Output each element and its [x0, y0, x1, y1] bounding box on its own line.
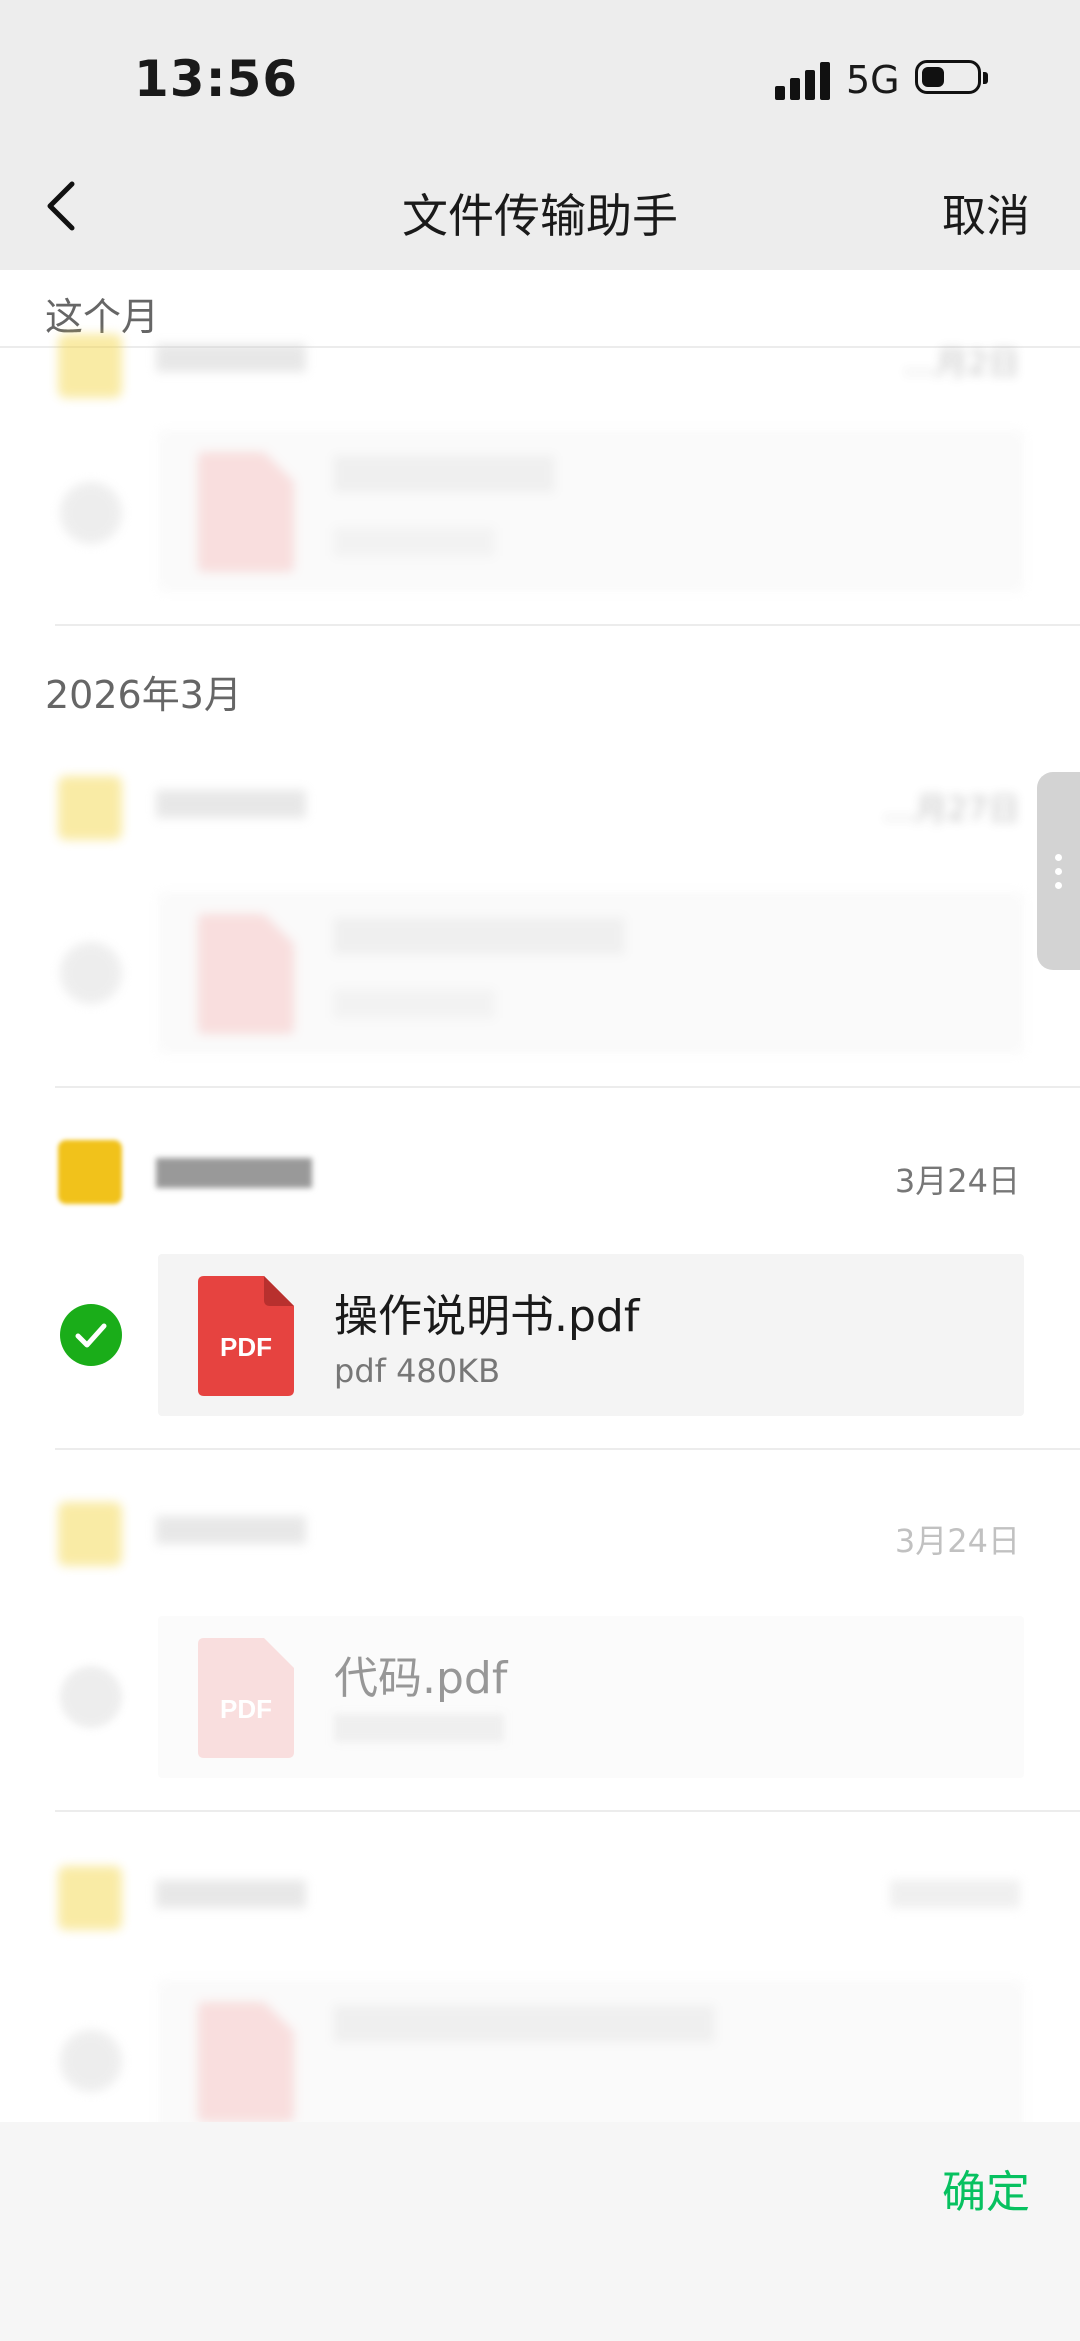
pdf-file-icon: [198, 914, 294, 1034]
file-card[interactable]: PDF 代码.pdf: [158, 1616, 1024, 1778]
message-date: …月2日: [903, 344, 1020, 382]
divider: [55, 624, 1080, 626]
message-row[interactable]: …月27日: [0, 776, 1080, 1092]
message-date: 3月24日: [894, 1522, 1020, 1560]
message-date: …月27日: [883, 790, 1020, 828]
side-drag-handle[interactable]: [1037, 772, 1080, 970]
confirm-button[interactable]: 确定: [942, 2156, 1030, 2220]
avatar: [58, 1140, 122, 1204]
divider: [55, 1086, 1080, 1088]
select-radio-checked[interactable]: [60, 1304, 122, 1366]
select-radio[interactable]: [60, 942, 122, 1004]
pdf-icon-label: PDF: [220, 1332, 272, 1362]
bottom-bar: 确定: [0, 2122, 1080, 2341]
pdf-file-icon: [198, 452, 294, 572]
message-row[interactable]: 3月24日 PDF 代码.pdf: [0, 1502, 1080, 1812]
network-label: 5G: [846, 58, 900, 102]
select-radio[interactable]: [60, 1666, 122, 1728]
sender-name: [156, 1158, 312, 1188]
message-row[interactable]: [0, 1866, 1080, 2142]
pdf-file-icon: [198, 2002, 294, 2122]
pdf-file-icon: PDF: [198, 1638, 294, 1758]
file-card[interactable]: [158, 430, 1024, 592]
status-time: 13:56: [134, 50, 299, 108]
pdf-file-icon: PDF: [198, 1276, 294, 1396]
section-header-month: 2026年3月: [45, 673, 242, 717]
avatar: [58, 334, 122, 398]
message-row-selected[interactable]: 3月24日 PDF 操作说明书.pdf pdf 480KB: [0, 1140, 1080, 1450]
message-date: 3月24日: [894, 1162, 1020, 1200]
page-title: 文件传输助手: [402, 189, 678, 243]
select-radio[interactable]: [60, 2030, 122, 2092]
avatar: [58, 1866, 122, 1930]
file-name: 操作说明书.pdf: [334, 1291, 640, 1342]
avatar: [58, 776, 122, 840]
file-card[interactable]: [158, 892, 1024, 1054]
file-card[interactable]: PDF 操作说明书.pdf pdf 480KB: [158, 1254, 1024, 1416]
file-name: 代码.pdf: [334, 1653, 508, 1704]
divider: [55, 1448, 1080, 1450]
file-card[interactable]: [158, 1980, 1024, 2142]
header: 13:56 5G 文件传输助手 取消: [0, 0, 1080, 270]
file-meta: pdf 480KB: [334, 1352, 501, 1390]
checkmark-icon: [75, 1323, 107, 1348]
cancel-button[interactable]: 取消: [942, 180, 1030, 244]
avatar: [58, 1502, 122, 1566]
message-row[interactable]: …月2日: [0, 330, 1080, 626]
battery-icon: [915, 60, 988, 94]
signal-icon: [775, 60, 831, 100]
divider: [55, 1810, 1080, 1812]
svg-text:PDF: PDF: [220, 1694, 272, 1724]
select-radio[interactable]: [60, 482, 122, 544]
